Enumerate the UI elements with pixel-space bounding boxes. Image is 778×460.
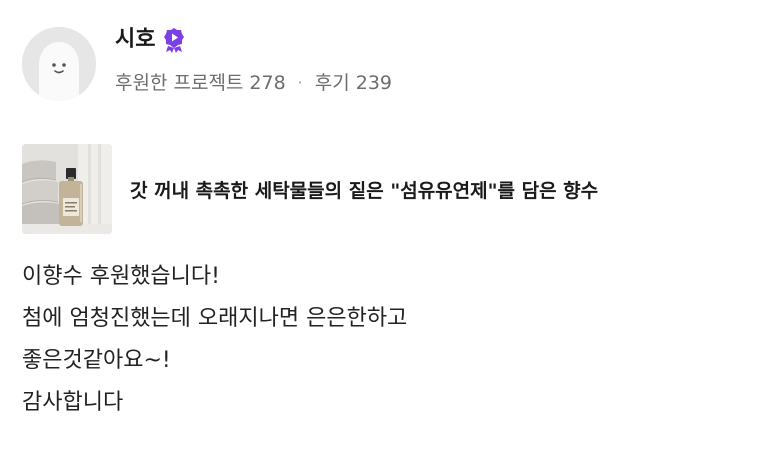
project-title[interactable]: 갓 꺼내 촉촉한 세탁물들의 짙은 "섬유유연제"를 담은 향수: [130, 176, 598, 203]
user-name-row: 시호: [115, 25, 185, 55]
review-line: 첨에 엄청진했는데 오래지나면 은은한하고: [22, 306, 408, 331]
review-line: 좋은것같아요~!: [22, 348, 171, 373]
review-line: 감사합니다: [22, 390, 124, 415]
stats-separator: ·: [297, 73, 303, 92]
reviews-label: 후기: [314, 72, 350, 94]
perfume-bottle-image: [22, 144, 112, 234]
user-stats: 후원한 프로젝트 278 · 후기 239: [115, 70, 392, 96]
avatar[interactable]: [22, 27, 96, 101]
backed-projects-count: 278: [249, 72, 286, 94]
ghost-avatar-icon: [22, 27, 96, 101]
project-link[interactable]: 갓 꺼내 촉촉한 세탁물들의 짙은 "섬유유연제"를 담은 향수: [22, 144, 722, 234]
backed-projects-label: 후원한 프로젝트: [115, 72, 244, 94]
reviews-count: 239: [355, 72, 392, 94]
project-thumbnail[interactable]: [22, 144, 112, 234]
review-card: 시호 후원한 프로젝트 278 · 후기 239 갓 꺼내 촉촉한 세탁물들의 …: [0, 0, 778, 460]
review-line: 이향수 후원했습니다!: [22, 264, 220, 289]
purple-play-badge-icon: [163, 27, 185, 53]
review-text: 이향수 후원했습니다! 첨에 엄청진했는데 오래지나면 은은한하고 좋은것같아요…: [22, 256, 407, 424]
user-name[interactable]: 시호: [115, 25, 155, 55]
